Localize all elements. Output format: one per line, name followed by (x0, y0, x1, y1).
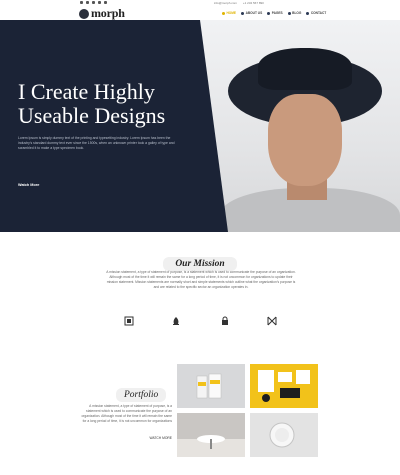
bottle-cap-image (269, 422, 295, 448)
home-icon (222, 11, 225, 15)
logo-icon (79, 8, 89, 19)
nav-label: Contact (310, 11, 327, 15)
table-image (177, 435, 245, 457)
hero-description: Lorem Ipsum is simply dummy text of the … (18, 136, 175, 150)
portfolio-title: Portfolio (116, 388, 167, 402)
lock-icon (222, 316, 228, 325)
hero-title-line: I Create Highly (18, 79, 155, 104)
nav-item-about[interactable]: About Us (241, 11, 262, 15)
portfolio-text: A mission statement, a type of statement… (81, 404, 172, 423)
hero-title: I Create Highly Useable Designs (18, 80, 218, 128)
hero-section: I Create Highly Useable Designs Lorem Ip… (0, 20, 400, 232)
nav-label: Home (226, 11, 237, 15)
watch-more-button[interactable]: Watch More (18, 183, 39, 187)
twitter-icon[interactable] (86, 1, 89, 4)
flame-icon (173, 317, 179, 325)
mission-text: A mission statement, a type of statement… (106, 270, 296, 289)
nav-item-blog[interactable]: Blog (287, 11, 302, 15)
portfolio-watch-more-link[interactable]: WATCH MORE (120, 436, 172, 440)
portfolio-tile-cap[interactable] (250, 413, 318, 457)
portfolio-heading: Portfolio (116, 384, 167, 402)
monogram-icon (267, 316, 277, 326)
face-shape (268, 94, 342, 186)
nav-item-pages[interactable]: Pages (267, 11, 283, 15)
contact-info: info@morph.com +1 234 567 890 (214, 1, 264, 5)
portfolio-tile-boxes[interactable] (177, 364, 245, 408)
mission-heading: Our Mission (0, 253, 400, 271)
contact-icon (306, 11, 310, 15)
nav-label: Blog (292, 11, 302, 15)
linkedin-icon[interactable] (92, 1, 95, 4)
email-text[interactable]: info@morph.com (214, 1, 237, 5)
boxes-image (196, 373, 222, 399)
nav-label: Pages (271, 11, 283, 15)
top-bar: info@morph.com +1 234 567 890 morph Home… (0, 0, 400, 20)
about-icon (241, 11, 245, 15)
pinterest-icon[interactable] (98, 1, 101, 4)
pages-icon (267, 11, 271, 15)
instagram-icon[interactable] (104, 1, 107, 4)
social-links (80, 1, 107, 4)
nav-label: About Us (245, 11, 263, 15)
frame-icon (124, 316, 134, 326)
nav-item-home[interactable]: Home (222, 11, 236, 15)
hero-title-line: Useable Designs (18, 103, 166, 128)
hat-crown-shape (258, 48, 352, 90)
mission-title: Our Mission (163, 257, 237, 271)
facebook-icon[interactable] (80, 1, 83, 4)
blog-icon (287, 11, 291, 15)
nav-item-contact[interactable]: Contact (306, 11, 326, 15)
logo-text: morph (91, 6, 125, 20)
phone-text[interactable]: +1 234 567 890 (243, 1, 264, 5)
logo[interactable]: morph (79, 6, 125, 21)
portfolio-tile-table[interactable] (177, 413, 245, 457)
portfolio-tile-stationery[interactable] (250, 364, 318, 408)
stationery-image (258, 370, 310, 402)
main-nav: Home About Us Pages Blog Contact (222, 11, 326, 15)
